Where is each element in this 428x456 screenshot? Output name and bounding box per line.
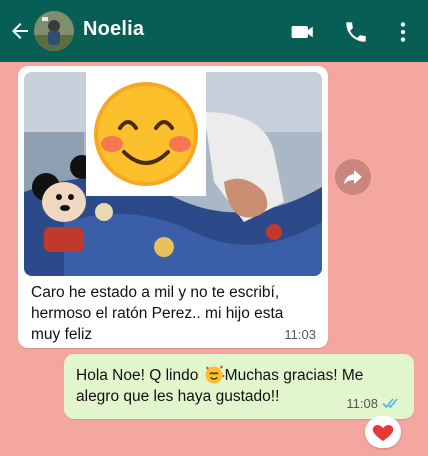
message-time: 11:03 <box>284 327 316 342</box>
message-line: Hola Noe! Q lindo Muchas gracias! Me <box>76 364 406 386</box>
avatar[interactable] <box>34 11 74 51</box>
read-receipt-icon <box>382 398 398 409</box>
back-arrow-icon[interactable] <box>8 19 32 43</box>
message-reaction[interactable] <box>365 416 401 448</box>
message-text: Caro he estado a mil y no te escribí, he… <box>31 282 283 345</box>
contact-name[interactable]: Noelia <box>83 18 144 41</box>
more-vert-icon[interactable] <box>390 19 416 45</box>
incoming-message[interactable]: Caro he estado a mil y no te escribí, he… <box>18 66 328 348</box>
photo-image <box>24 72 322 276</box>
phone-icon[interactable] <box>343 19 369 45</box>
message-line: muy feliz <box>31 326 93 343</box>
message-line: hermoso el ratón Perez.. mi hijo esta <box>31 305 284 322</box>
avatar-image <box>34 11 74 51</box>
forward-button[interactable] <box>335 159 371 195</box>
video-call-icon[interactable] <box>290 19 316 45</box>
smiling-face-with-hearts-icon <box>205 365 225 384</box>
message-text-segment: Muchas gracias! Me <box>224 367 364 384</box>
chat-area: Caro he estado a mil y no te escribí, he… <box>0 62 428 456</box>
chat-header: Noelia <box>0 0 428 62</box>
forward-icon <box>344 170 362 185</box>
outgoing-message[interactable]: Hola Noe! Q lindo Muchas gracias! Me ale… <box>64 354 414 419</box>
message-line: Caro he estado a mil y no te escribí, <box>31 284 280 301</box>
message-text-segment: Hola Noe! Q lindo <box>76 367 203 384</box>
heart-icon <box>372 424 394 441</box>
message-time: 11:08 <box>346 396 378 411</box>
message-photo[interactable] <box>24 72 322 276</box>
